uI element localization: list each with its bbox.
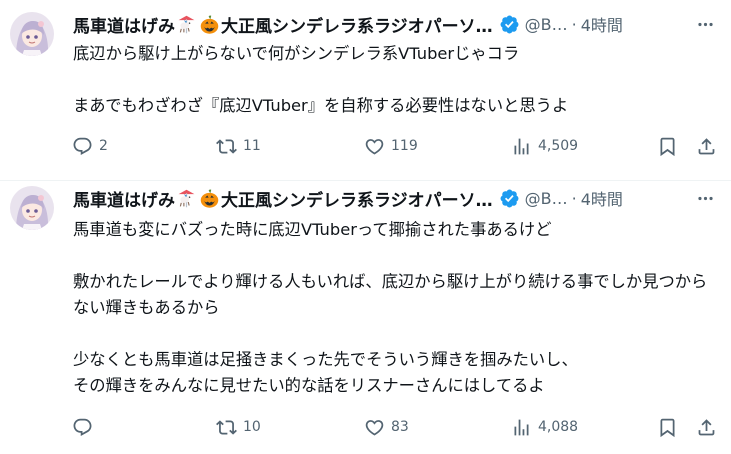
tweet-paragraph: 敷かれたレールでより輝ける人もいれば、底辺から駆け上がり続ける事でしか見つからな… [73,272,708,317]
tweet-header: 馬車道はげみ 大正風シンデレラ系ラジオパーソ… @B… · 4時間 [73,12,721,37]
share-icon [698,137,715,154]
more-options-icon[interactable] [693,12,717,36]
tweet-text: 底辺から駆け上がらないで何がシンデレラ系VTuberじゃコラ まあでもわざわざ『… [73,41,721,119]
author-handle[interactable]: @B… [525,15,568,34]
bookmark-icon [660,418,675,437]
more-options-icon[interactable] [693,186,717,210]
jack-o-lantern-icon [199,188,220,209]
repost-icon [216,138,237,154]
tweet-paragraph [73,67,721,93]
heart-icon [365,138,384,155]
avatar[interactable] [10,186,54,230]
analytics-icon [514,138,529,154]
repost-count: 10 [243,419,261,435]
tweet-paragraph [73,243,721,269]
repost-button[interactable]: 10 [216,415,261,439]
tweet-actions: 2 11 119 4,509 [70,134,721,158]
tweet[interactable]: 馬車道はげみ 大正風シンデレラ系ラジオパ [0,181,731,454]
jack-o-lantern-icon [199,14,220,35]
carousel-horse-icon [176,188,197,209]
repost-count: 11 [243,138,261,154]
like-count: 119 [391,138,418,154]
views-count: 4,088 [538,419,579,435]
bookmark-button[interactable] [657,415,678,439]
share-icon [698,418,715,435]
reply-icon [73,418,92,436]
tweet-paragraph: その輝きをみんなに見せたい的な話をリスナーさんにはしてるよ [73,376,545,395]
reply-button[interactable]: 2 [72,134,108,158]
like-count: 83 [391,419,409,435]
bookmark-button[interactable] [657,134,678,158]
tweet-separator: · [571,14,577,34]
views-button[interactable]: 4,088 [511,415,578,439]
heart-icon [365,419,384,436]
tweet-paragraph: 底辺から駆け上がらないで何がシンデレラ系VTuberじゃコラ [73,44,520,63]
verified-badge-icon[interactable] [499,14,520,35]
author-handle[interactable]: @B… [525,189,568,208]
author-name[interactable]: 馬車道はげみ 大正風シンデレラ系ラジオパーソ… [73,186,493,211]
carousel-horse-icon [176,14,197,35]
like-button[interactable]: 83 [364,415,409,439]
analytics-icon [514,419,529,435]
tweet-paragraph [73,321,721,347]
repost-button[interactable]: 11 [216,134,261,158]
reply-icon [73,137,92,155]
tweet-text: 馬車道も変にバズった時に底辺VTuberって揶揄された事あるけど 敷かれたレール… [73,217,721,399]
verified-badge-icon[interactable] [499,188,520,209]
tweet-header: 馬車道はげみ 大正風シンデレラ系ラジオパーソ… @B… · 4時間 [73,186,721,211]
reply-button[interactable] [72,415,99,439]
avatar[interactable] [10,12,54,56]
tweet-actions: 10 83 4,088 [70,415,721,439]
tweet-timestamp[interactable]: 4時間 [581,186,623,210]
tweet-separator: · [571,188,577,208]
bookmark-icon [660,137,675,156]
reply-count: 2 [99,138,108,154]
share-button[interactable] [696,415,717,439]
tweet-paragraph: 馬車道も変にバズった時に底辺VTuberって揶揄された事あるけど [73,220,552,239]
like-button[interactable]: 119 [364,134,418,158]
tweet[interactable]: 馬車道はげみ 大正風シンデレラ系ラジオパ [0,0,731,180]
tweet-paragraph: まあでもわざわざ『底辺VTuber』を自称する必要性はないと思うよ [73,96,569,115]
views-count: 4,509 [538,138,579,154]
author-name[interactable]: 馬車道はげみ 大正風シンデレラ系ラジオパーソ… [73,12,493,37]
views-button[interactable]: 4,509 [511,134,578,158]
repost-icon [216,419,237,435]
tweet-timestamp[interactable]: 4時間 [581,12,623,36]
tweet-paragraph: 少なくとも馬車道は足掻きまくった先でそういう輝きを掴みたいし、 [73,350,578,369]
share-button[interactable] [696,134,717,158]
